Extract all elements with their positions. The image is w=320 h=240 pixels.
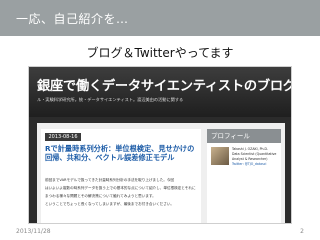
slide-title: 一応、自己紹介を… (16, 12, 129, 26)
slide-subtitle: ブログ＆Twitterやってます (86, 46, 234, 60)
blog-tagline: ル・実験科学研究所。統・データサイエンティスト。渡辺美由の活動に関する (37, 97, 184, 102)
post-date-badge: 2013-08-16 (45, 133, 81, 141)
post-paragraph: まつわる様々な問題とその解決策について触れてみようと思います。 (45, 194, 156, 198)
blog-screenshot: 銀座で働くデータサイエンティストのブログ ル・実験科学研究所。統・データサイエン… (28, 66, 292, 224)
blog-sidebar: プロフィール Takashi J. OZAKI, Ph.D. Data Scie… (207, 129, 281, 223)
blog-post: 2013-08-16 Rで計量時系列分析：単位根検定、見せかけの回帰、共和分、ベ… (41, 129, 201, 223)
sidebar-header: プロフィール (207, 129, 281, 143)
profile-info: Takashi J. OZAKI, Ph.D. Data Scientist (… (232, 147, 280, 167)
post-paragraph: はいよいよ複数の時系列データを扱う上での基本的な点について紹介し、単位根検定とそ… (45, 186, 196, 190)
blog-body: 2013-08-16 Rで計量時系列分析：単位根検定、見せかけの回帰、共和分、ベ… (37, 123, 285, 223)
post-title[interactable]: Rで計量時系列分析：単位根検定、見せかけの回帰、共和分、ベクトル誤差修正モデル (45, 144, 197, 162)
blog-title[interactable]: 銀座で働くデータサイエンティストのブログ (37, 75, 291, 94)
avatar (211, 147, 229, 165)
post-paragraph: 前回までVARモデルで扱ってきた計量時系列分析の手法を取り上げました。今回 (45, 178, 175, 182)
footer-date: 2013/11/28 (16, 228, 51, 235)
blog-banner: 銀座で働くデータサイエンティストのブログ ル・実験科学研究所。統・データサイエン… (29, 67, 291, 117)
page-number: 2 (300, 228, 304, 235)
post-paragraph: ということでちょっと長くなってしまいますが、最後までお付き合いください。 (45, 202, 175, 206)
slide-header: 一応、自己紹介を… (0, 0, 320, 36)
post-text: 前回までVARモデルで扱ってきた計量時系列分析の手法を取り上げました。今回 はい… (45, 177, 197, 209)
twitter-link[interactable]: Twitter: @TJO_datasci (232, 162, 280, 167)
